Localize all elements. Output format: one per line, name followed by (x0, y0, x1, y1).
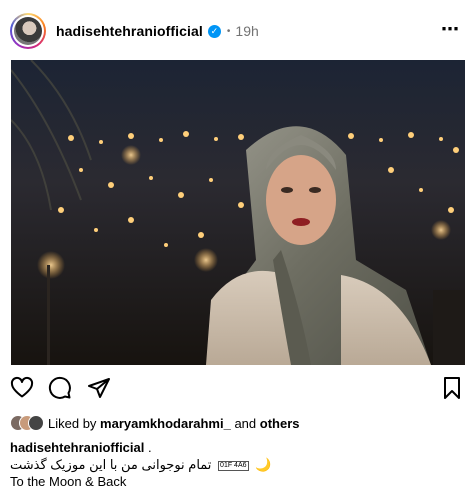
likes-prefix: Liked by (48, 415, 97, 431)
avatar-inner (12, 15, 44, 47)
caption-dot: . (148, 440, 152, 455)
caption-english-line: To the Moon & Back (10, 474, 127, 489)
heart-icon[interactable] (10, 376, 36, 402)
comment-icon[interactable] (48, 376, 74, 402)
separator-dot: • (226, 25, 231, 37)
post-header: hadisehtehraniofficial ✓ • 19h ⋯ (10, 12, 464, 50)
share-icon[interactable] (87, 376, 113, 402)
moon-emoji: 🌙 (255, 457, 272, 472)
username[interactable]: hadisehtehraniofficial (56, 23, 203, 39)
caption-username[interactable]: hadisehtehraniofficial (10, 440, 144, 455)
likes-and: and (234, 415, 257, 431)
post-image[interactable] (11, 60, 465, 365)
avatar-image (14, 17, 42, 45)
likes-text: Liked by maryamkhodarahmi_ and others (48, 416, 300, 431)
likes-others[interactable]: others (260, 416, 300, 431)
likes-row[interactable]: Liked by maryamkhodarahmi_ and others (10, 413, 300, 433)
liker-avatars (10, 415, 44, 431)
verified-badge-icon: ✓ (207, 24, 221, 38)
liker-username[interactable]: maryamkhodarahmi_ (100, 416, 231, 431)
liker-avatar (28, 415, 44, 431)
caption-header: hadisehtehraniofficial . (10, 440, 152, 455)
bookmark-icon[interactable] (442, 376, 468, 402)
missing-glyph-box: 01F 4A6 (218, 461, 249, 471)
caption-persian-text: تمام نوجوانی من با این موزیک گذشت (10, 457, 212, 472)
post-photo-illustration (11, 60, 465, 365)
instagram-post: hadisehtehraniofficial ✓ • 19h ⋯ Liked b… (0, 0, 474, 491)
caption-persian-line: تمام نوجوانی من با این موزیک گذشت 01F 4A… (10, 457, 271, 473)
avatar[interactable] (10, 13, 46, 49)
post-time[interactable]: 19h (235, 23, 258, 39)
more-options-icon[interactable]: ⋯ (441, 20, 460, 38)
post-actions (10, 376, 464, 404)
